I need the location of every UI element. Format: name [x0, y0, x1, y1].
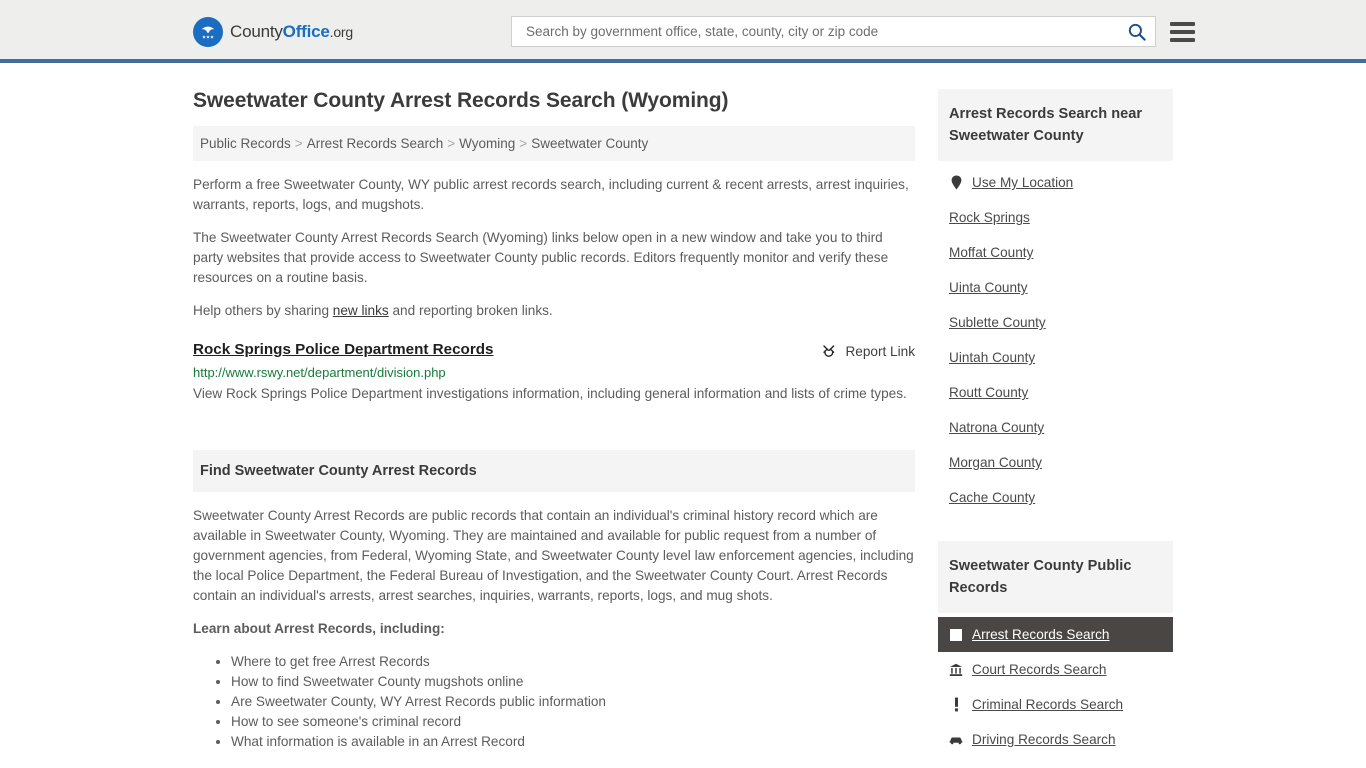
breadcrumb-item-public-records[interactable]: Public Records — [200, 136, 291, 151]
square-icon — [949, 628, 963, 641]
sidebar-item-use-my-location[interactable]: Use My Location — [938, 165, 1173, 200]
result-description: View Rock Springs Police Department inve… — [193, 386, 907, 401]
sidebar-item-court-records-search[interactable]: Court Records Search — [938, 652, 1173, 687]
exclamation-icon — [949, 697, 963, 712]
breadcrumb-separator: > — [447, 136, 456, 151]
main-content: Sweetwater County Arrest Records Search … — [193, 63, 915, 752]
sidebar-item-arrest-records-search[interactable]: Arrest Records Search — [938, 617, 1173, 652]
sidebar-item-label: Rock Springs — [949, 210, 1030, 225]
broken-link-icon — [823, 345, 835, 357]
search-icon[interactable] — [1127, 22, 1147, 42]
sidebar-item-natrona-county[interactable]: Natrona County — [938, 410, 1173, 445]
car-icon — [949, 735, 963, 745]
sidebar-item-uinta-county[interactable]: Uinta County — [938, 270, 1173, 305]
sidebar-item-label: Cache County — [949, 490, 1036, 505]
result-url: http://www.rswy.net/department/division.… — [193, 365, 446, 380]
sidebar-item-driving-records-search[interactable]: Driving Records Search — [938, 722, 1173, 757]
site-logo[interactable]: CountyOffice.org — [193, 16, 353, 47]
result-header-row: Rock Springs Police Department Records R… — [193, 341, 915, 359]
site-header: CountyOffice.org — [0, 0, 1366, 63]
breadcrumb-item-wyoming[interactable]: Wyoming — [459, 136, 515, 151]
share-text-after: and reporting broken links. — [388, 303, 553, 318]
breadcrumb-separator: > — [519, 136, 528, 151]
eagle-shield-logo-icon — [193, 16, 223, 47]
sidebar-item-moffat-county[interactable]: Moffat County — [938, 235, 1173, 270]
hamburger-menu-icon[interactable] — [1169, 21, 1195, 42]
header-search-area — [510, 16, 1195, 47]
sidebar-item-label: Sublette County — [949, 315, 1046, 330]
sidebar-item-label: Use My Location — [972, 175, 1074, 190]
breadcrumb: Public Records > Arrest Records Search > Wyo… — [193, 126, 915, 161]
intro-paragraph-1: Perform a free Sweetwater County, WY pub… — [193, 177, 909, 212]
sidebar-item-cache-county[interactable]: Cache County — [938, 480, 1173, 515]
list-item: Are Sweetwater County, WY Arrest Records… — [231, 692, 915, 712]
hamburger-bar — [1169, 21, 1195, 26]
find-records-section: Find Sweetwater County Arrest Records Sw… — [193, 450, 915, 752]
intro-paragraph-2: The Sweetwater County Arrest Records Sea… — [193, 230, 889, 285]
brand-part-office: Office — [282, 21, 330, 41]
page-title: Sweetwater County Arrest Records Search … — [193, 89, 729, 112]
public-records-list: Arrest Records Search Court Records Sear… — [938, 613, 1173, 757]
sidebar-item-morgan-county[interactable]: Morgan County — [938, 445, 1173, 480]
report-link-label: Report Link — [845, 343, 915, 359]
sidebar-item-label: Court Records Search — [972, 662, 1107, 677]
brand-part-org: .org — [329, 23, 354, 40]
list-item: How to see someone's criminal record — [231, 712, 915, 732]
breadcrumb-item-arrest-records-search[interactable]: Arrest Records Search — [307, 136, 444, 151]
sidebar-item-label: Morgan County — [949, 455, 1042, 470]
intro-paragraph-3: Help others by sharing new links and rep… — [193, 301, 915, 321]
courthouse-icon — [949, 663, 963, 677]
sidebar: Arrest Records Search near Sweetwater Co… — [938, 89, 1173, 757]
nearby-searches-heading: Arrest Records Search near Sweetwater Co… — [938, 89, 1173, 161]
sidebar-item-label: Arrest Records Search — [972, 627, 1110, 642]
brand-part-county: County — [230, 21, 283, 41]
sidebar-item-criminal-records-search[interactable]: Criminal Records Search — [938, 687, 1173, 722]
hamburger-bar — [1169, 29, 1195, 34]
result-title-link[interactable]: Rock Springs Police Department Records — [193, 341, 493, 358]
sidebar-item-rock-springs[interactable]: Rock Springs — [938, 200, 1173, 235]
search-input[interactable] — [523, 23, 1127, 40]
list-item: How to find Sweetwater County mugshots o… — [231, 672, 915, 692]
sidebar-item-label: Driving Records Search — [972, 732, 1116, 747]
breadcrumb-separator: > — [294, 136, 303, 151]
list-item: Where to get free Arrest Records — [231, 652, 915, 672]
hamburger-bar — [1169, 37, 1195, 42]
sidebar-item-label: Natrona County — [949, 420, 1045, 435]
find-records-body: Sweetwater County Arrest Records are pub… — [193, 492, 915, 752]
nearby-searches-list: Use My Location Rock Springs Moffat Coun… — [938, 161, 1173, 515]
sidebar-item-label: Criminal Records Search — [972, 697, 1124, 712]
learn-about-title: Learn about Arrest Records, including: — [193, 621, 445, 636]
search-box[interactable] — [510, 16, 1156, 47]
page-container: Sweetwater County Arrest Records Search … — [0, 63, 1366, 757]
report-link-button[interactable]: Report Link — [821, 341, 915, 359]
sidebar-item-uintah-county[interactable]: Uintah County — [938, 340, 1173, 375]
find-records-heading: Find Sweetwater County Arrest Records — [193, 450, 915, 492]
breadcrumb-item-sweetwater-county[interactable]: Sweetwater County — [531, 136, 648, 151]
public-records-heading: Sweetwater County Public Records — [938, 541, 1173, 613]
learn-about-list: Where to get free Arrest Records How to … — [193, 652, 915, 752]
public-records-section: Sweetwater County Public Records Arrest … — [938, 541, 1173, 757]
map-pin-icon — [949, 175, 963, 190]
sidebar-item-label: Uintah County — [949, 350, 1036, 365]
sidebar-item-routt-county[interactable]: Routt County — [938, 375, 1173, 410]
result-item: Rock Springs Police Department Records R… — [193, 341, 915, 406]
sidebar-item-sublette-county[interactable]: Sublette County — [938, 305, 1173, 340]
sidebar-item-label: Routt County — [949, 385, 1029, 400]
sidebar-item-label: Uinta County — [949, 280, 1028, 295]
new-links-link[interactable]: new links — [333, 303, 389, 318]
list-item: What information is available in an Arre… — [231, 732, 915, 752]
sidebar-item-label: Moffat County — [949, 245, 1034, 260]
find-records-paragraph: Sweetwater County Arrest Records are pub… — [193, 508, 914, 603]
brand-wordmark: CountyOffice.org — [230, 22, 353, 42]
share-text-before: Help others by sharing — [193, 303, 333, 318]
